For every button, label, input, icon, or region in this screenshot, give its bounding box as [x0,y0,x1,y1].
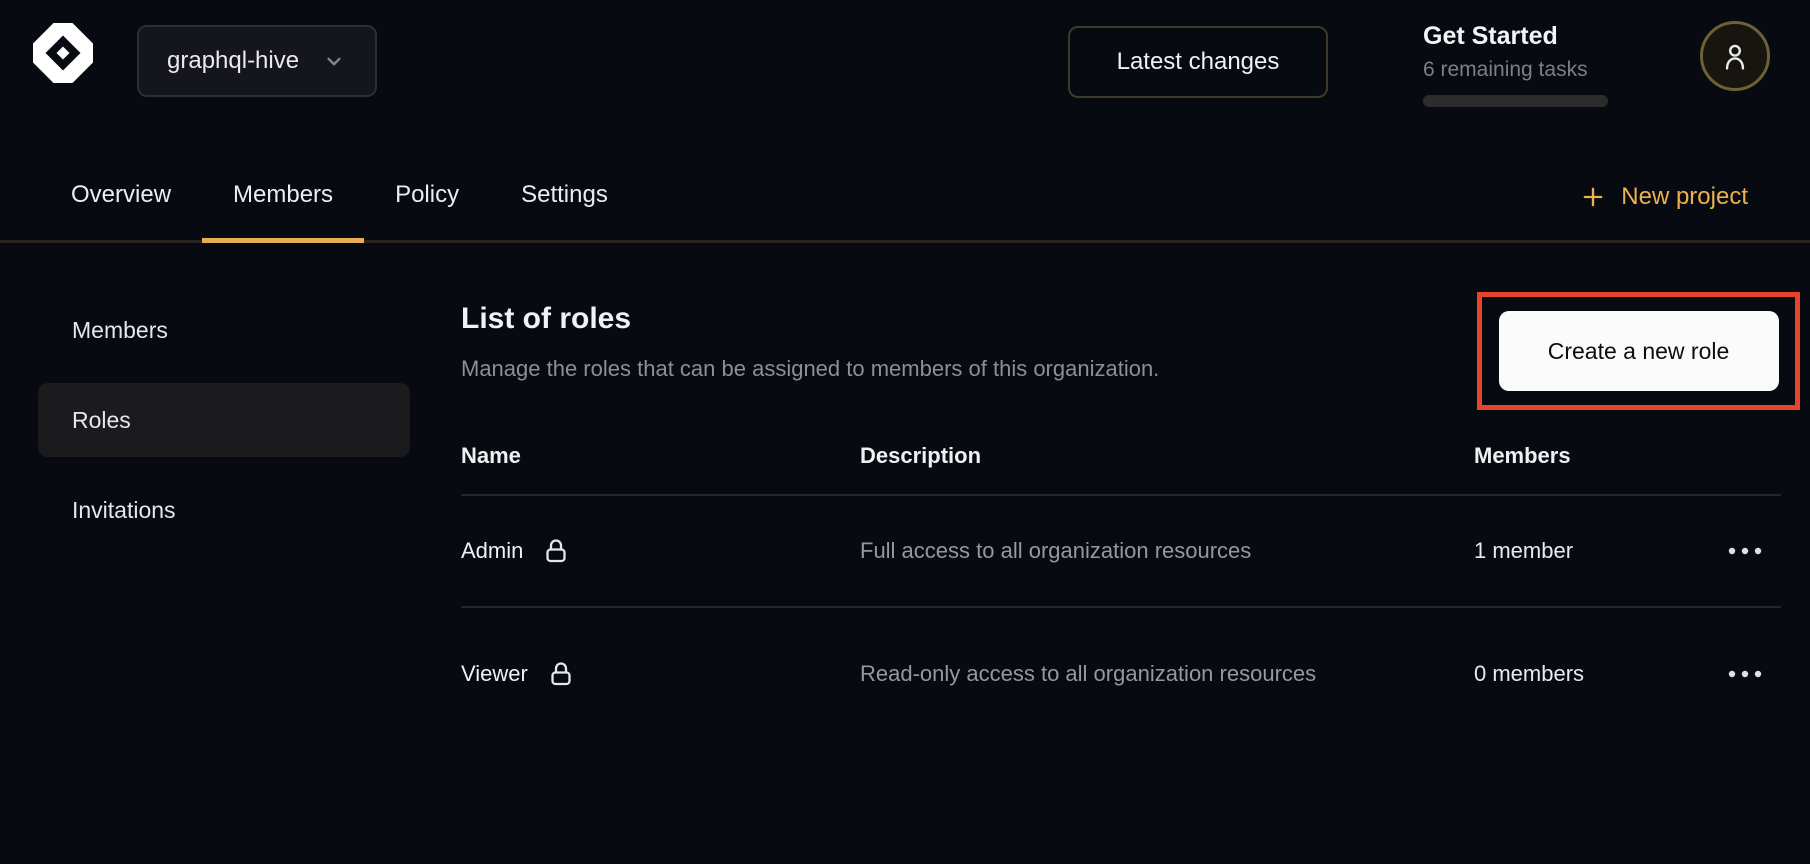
org-name: graphql-hive [167,47,299,75]
new-project-label: New project [1621,183,1748,211]
role-name: Viewer [461,661,528,687]
annotation-highlight-box: Create a new role [1477,292,1800,410]
hive-logo-icon [30,20,96,86]
person-icon [1718,39,1752,73]
role-description: Read-only access to all organization res… [860,654,1330,694]
role-members-count: 0 members [1474,661,1709,687]
column-header-name: Name [461,443,860,469]
tab-overview[interactable]: Overview [40,150,202,240]
tab-members[interactable]: Members [202,150,364,240]
sidebar-item-members[interactable]: Members [38,293,410,367]
get-started-subtitle: 6 remaining tasks [1423,58,1623,82]
roles-table: Name Description Members Admin Full acce… [461,418,1781,740]
tab-settings[interactable]: Settings [490,150,639,240]
ellipsis-icon [1727,547,1763,555]
chevron-down-icon [321,48,347,74]
org-tabbar: Overview Members Policy Settings [0,150,1810,243]
column-header-members: Members [1474,443,1709,469]
column-header-description: Description [860,443,1474,469]
row-actions-menu-button[interactable] [1717,537,1773,565]
lock-icon [548,660,574,688]
role-description: Full access to all organization resource… [860,531,1330,571]
table-row-viewer: Viewer Read-only access to all organizat… [461,608,1781,740]
role-name: Admin [461,538,523,564]
members-sidebar: Members Roles Invitations [38,293,410,547]
get-started-panel[interactable]: Get Started 6 remaining tasks [1423,22,1623,107]
sidebar-item-invitations[interactable]: Invitations [38,473,410,547]
table-row-admin: Admin Full access to all organization re… [461,496,1781,608]
hive-logo [30,20,96,86]
ellipsis-icon [1727,670,1763,678]
create-new-role-button[interactable]: Create a new role [1499,311,1779,391]
row-actions-menu-button[interactable] [1717,660,1773,688]
tab-policy[interactable]: Policy [364,150,490,240]
plus-icon [1579,183,1607,211]
org-selector[interactable]: graphql-hive [137,25,377,97]
latest-changes-button[interactable]: Latest changes [1068,26,1328,98]
user-avatar[interactable] [1700,21,1770,91]
roles-table-header: Name Description Members [461,418,1781,496]
get-started-title: Get Started [1423,22,1623,51]
sidebar-item-roles[interactable]: Roles [38,383,410,457]
new-project-link[interactable]: New project [1579,150,1748,243]
role-members-count: 1 member [1474,538,1709,564]
lock-icon [543,537,569,565]
get-started-progress-bar [1423,95,1608,107]
